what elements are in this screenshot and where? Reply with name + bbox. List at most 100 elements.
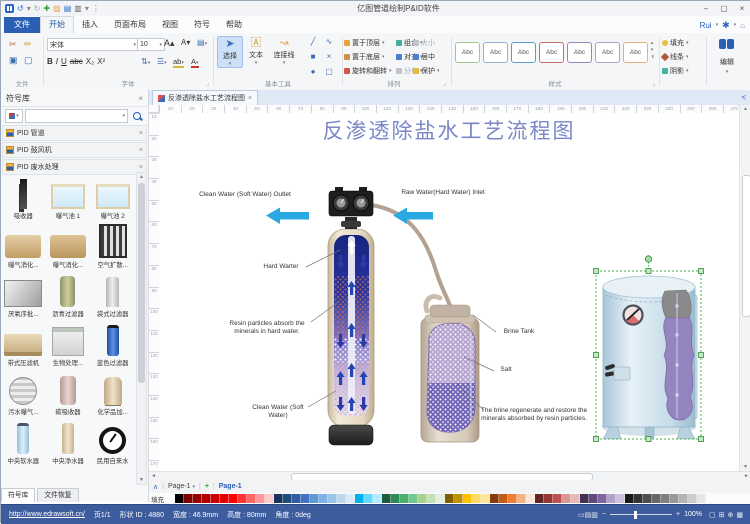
line-button[interactable]: 线条▾: [662, 52, 689, 62]
sidebar-scroll-up-icon[interactable]: ▲: [139, 174, 144, 180]
send-back-button[interactable]: 置于底层▾: [344, 52, 385, 62]
style-swatch-5[interactable]: Abc: [595, 42, 620, 63]
zoom-slider[interactable]: [610, 514, 672, 516]
highlight-icon[interactable]: ab▾: [173, 57, 184, 68]
palette-swatch-50[interactable]: [616, 494, 625, 503]
edrawsoft-link[interactable]: http://www.edrawsoft.cn/: [9, 511, 85, 518]
print-icon[interactable]: ▥: [74, 4, 82, 13]
palette-swatch-39[interactable]: [517, 494, 526, 503]
palette-swatch-20[interactable]: [346, 494, 355, 503]
collapse-panel-icon[interactable]: <: [741, 93, 750, 102]
palette-swatch-32[interactable]: [454, 494, 463, 503]
palette-swatch-28[interactable]: [418, 494, 427, 503]
palette-swatch-31[interactable]: [445, 494, 454, 503]
palette-swatch-55[interactable]: [661, 494, 670, 503]
shape-tool-1[interactable]: ∿: [321, 37, 337, 52]
symbol-item-2[interactable]: 曝气池 2: [90, 172, 135, 221]
symbol-item-15[interactable]: 中央软水器: [1, 417, 46, 466]
tab-symbol-library[interactable]: 符号库: [1, 488, 35, 502]
shape-tool-0[interactable]: ╱: [305, 37, 321, 52]
style-swatch-4[interactable]: Abc: [567, 42, 592, 63]
label-resin[interactable]: Resin particles absorb the minerals in h…: [221, 320, 313, 336]
cut-icon[interactable]: ✂: [9, 39, 17, 50]
close-button[interactable]: ×: [733, 2, 750, 16]
palette-swatch-0[interactable]: [166, 494, 175, 503]
style-scroll-up-icon[interactable]: ▴: [651, 41, 655, 46]
palette-swatch-41[interactable]: [535, 494, 544, 503]
copy-icon[interactable]: ▣: [9, 55, 18, 66]
drawing-page[interactable]: 反渗透除盐水工艺流程图: [159, 113, 738, 471]
more-dropdown-icon[interactable]: ▾: [85, 4, 89, 13]
palette-swatch-25[interactable]: [391, 494, 400, 503]
symbol-item-3[interactable]: 曝气消化...: [1, 221, 46, 270]
pagebar-collapse-icon[interactable]: ∧: [153, 483, 158, 491]
symbol-item-9[interactable]: 带式压滤机: [1, 319, 46, 368]
add-page-button[interactable]: +: [205, 483, 209, 490]
undo-dropdown-icon[interactable]: ▾: [27, 4, 31, 13]
palette-swatch-24[interactable]: [382, 494, 391, 503]
palette-swatch-52[interactable]: [634, 494, 643, 503]
style-dialog-launcher-icon[interactable]: ⌟: [652, 80, 655, 87]
style-swatch-6[interactable]: Abc: [623, 42, 648, 63]
font-button-4[interactable]: X₂: [86, 57, 94, 66]
library-close-icon[interactable]: ×: [139, 164, 143, 171]
library-close-icon[interactable]: ×: [139, 147, 143, 154]
sidebar-scroll-thumb[interactable]: [138, 183, 145, 383]
status-right-icon-2[interactable]: ⊕: [728, 512, 734, 519]
palette-swatch-34[interactable]: [472, 494, 481, 503]
fill-button[interactable]: 填充▾: [662, 38, 689, 48]
vertical-scroll-thumb[interactable]: [742, 175, 750, 317]
horizontal-scrollbar[interactable]: ◄ ►: [149, 471, 750, 480]
palette-swatch-48[interactable]: [598, 494, 607, 503]
palette-swatch-58[interactable]: [688, 494, 697, 503]
tab-file[interactable]: 文件: [4, 17, 40, 33]
library-close-icon[interactable]: ×: [139, 130, 143, 137]
palette-swatch-9[interactable]: [247, 494, 256, 503]
style-swatch-3[interactable]: Abc: [539, 42, 564, 63]
font-size-combo[interactable]: 10▾: [137, 38, 165, 51]
symbol-item-1[interactable]: 曝气池 1: [46, 172, 91, 221]
sidebar-scroll-down-icon[interactable]: ▼: [139, 477, 144, 483]
document-tab-close-icon[interactable]: ×: [248, 95, 252, 102]
label-brine-note[interactable]: The brine regenerate and restore the min…: [475, 407, 593, 423]
page-selector[interactable]: Page-1 ▾: [168, 483, 195, 490]
palette-swatch-15[interactable]: [301, 494, 310, 503]
palette-swatch-47[interactable]: [589, 494, 598, 503]
status-right-icon-3[interactable]: ▦: [736, 512, 743, 519]
line-spacing-icon[interactable]: ⇅▾: [141, 57, 150, 66]
symbol-item-4[interactable]: 曝气消化...: [46, 221, 91, 270]
customize-icon[interactable]: ⋮: [92, 4, 100, 13]
gear-dropdown-icon[interactable]: ▾: [734, 22, 737, 28]
palette-swatch-59[interactable]: [697, 494, 706, 503]
scroll-right-icon[interactable]: ►: [744, 473, 749, 479]
zoom-slider-thumb[interactable]: [634, 511, 637, 519]
style-scroll-down-icon[interactable]: ▾: [651, 48, 655, 53]
scroll-down-icon[interactable]: ▼: [743, 464, 748, 470]
view-mode-icons[interactable]: ▭▤▥: [578, 511, 598, 519]
style-more-icon[interactable]: ⇟: [651, 55, 655, 60]
outlet-arrow[interactable]: [266, 208, 309, 225]
library-bar-1[interactable]: PID 鼓风机×: [2, 142, 147, 158]
font-color-icon[interactable]: A▾: [191, 57, 199, 68]
user-name[interactable]: Rui: [700, 21, 712, 30]
palette-swatch-10[interactable]: [256, 494, 265, 503]
font-button-0[interactable]: B: [47, 57, 53, 66]
palette-swatch-6[interactable]: [220, 494, 229, 503]
palette-swatch-14[interactable]: [292, 494, 301, 503]
palette-swatch-7[interactable]: [229, 494, 238, 503]
shape-tool-2[interactable]: ■: [305, 52, 321, 67]
symbol-item-0[interactable]: 吸收器: [1, 172, 46, 221]
symbol-item-17[interactable]: 民用自来水: [90, 417, 135, 466]
rotation-handle[interactable]: [645, 256, 651, 262]
palette-swatch-57[interactable]: [679, 494, 688, 503]
palette-swatch-21[interactable]: [355, 494, 364, 503]
palette-swatch-44[interactable]: [562, 494, 571, 503]
palette-swatch-18[interactable]: [328, 494, 337, 503]
palette-swatch-42[interactable]: [544, 494, 553, 503]
font-name-combo[interactable]: 宋体▾: [47, 38, 139, 51]
rotate-flip-button[interactable]: 旋转和翻转▾: [344, 66, 392, 76]
home-icon[interactable]: ⌂: [740, 21, 745, 30]
page-tab-active[interactable]: Page-1: [219, 483, 242, 490]
menu-tab-2[interactable]: 页面布局: [106, 17, 154, 33]
minimize-button[interactable]: –: [697, 2, 715, 16]
